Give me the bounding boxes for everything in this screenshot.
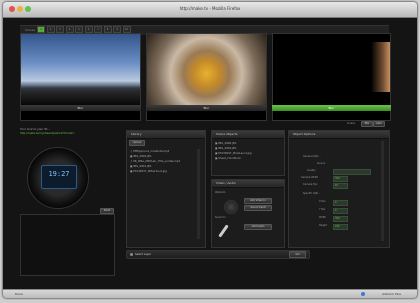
webcam-icon xyxy=(224,200,238,214)
scene-cell[interactable]: 6 xyxy=(84,26,93,33)
status-bar: Done Adblock Plus xyxy=(3,289,417,298)
stream-link[interactable]: http://make.tv/mystream/patrick?format= xyxy=(20,132,75,135)
width-input[interactable]: 320 xyxy=(333,216,348,222)
library-panel: Library Upload ♫ STB/pipocos_mosfunta.mp… xyxy=(126,130,206,248)
adblock-status[interactable]: Adblock Plus xyxy=(382,292,401,296)
layer-select-label: Select Layer xyxy=(135,252,152,256)
library-item-label: STB/pipocos_mosfunta.mp3 xyxy=(133,150,170,153)
camera-fps-label: Camera Fps xyxy=(303,183,318,186)
scene-cell[interactable]: 1 xyxy=(37,26,45,33)
xpos-input[interactable]: 0 xyxy=(333,200,348,206)
scene-object-label: IMG_0948.JPG xyxy=(218,142,237,145)
library-title: Library xyxy=(127,131,205,139)
options-scrollbar[interactable] xyxy=(381,141,384,241)
tunnel-image xyxy=(147,34,266,106)
mode-mix-button[interactable]: Mix xyxy=(361,121,373,127)
height-label: Height xyxy=(319,224,327,227)
stream-link-intro: Your Link to your St... xyxy=(20,127,50,131)
scene-object-label: IMG_0949.JPG xyxy=(218,147,237,150)
video-audio-title: Video / Audio xyxy=(212,180,284,188)
scene-objects-panel: Scene Objects ▣ IMG_0948.JPG ▣ IMG_0949.J… xyxy=(211,130,285,176)
object-options-title: Object Options xyxy=(289,131,389,139)
quality-slider[interactable] xyxy=(333,169,371,175)
scene-cell[interactable]: 9 xyxy=(113,26,121,33)
quality-label: Quality xyxy=(307,169,316,172)
sound-in-label: Sound In xyxy=(215,216,226,219)
camera-fps-input[interactable]: 15 xyxy=(333,183,348,189)
library-list: ♫ STB/pipocos_mosfunta.mp3 ▣ IMG_0949.JPG… xyxy=(130,149,204,174)
scene-object-label: P1030097_Sfow1as.id.jpg xyxy=(218,152,252,155)
specific-options-heading: Specific Opti... xyxy=(303,192,321,195)
scene-cells: 1 2 3 4 5 6 7 8 9 10 xyxy=(37,26,132,33)
library-item-label: P1040637_Stfber2a.id.jpg xyxy=(133,170,167,173)
scene-object-item[interactable]: ▣ Sheet_Colorblock xyxy=(215,156,283,161)
scene-cell[interactable]: 4 xyxy=(65,26,74,33)
webcam-label: Webcam xyxy=(215,191,226,194)
screen-1-blur-button[interactable]: Blur xyxy=(20,105,141,111)
go-button[interactable]: GO xyxy=(289,251,306,258)
add-audio-button[interactable]: Add Audio xyxy=(244,224,272,230)
library-scrollbar[interactable] xyxy=(197,149,200,239)
title-bar: http://make.tv - Mozilla Firefox xyxy=(3,2,417,18)
scene-objects-list: ▣ IMG_0948.JPG ▣ IMG_0949.JPG ▣ P1030097_S… xyxy=(215,141,283,161)
camera-width-label: Camera Width xyxy=(301,176,319,179)
treeline xyxy=(21,86,140,106)
scene-cell[interactable]: 2 xyxy=(46,26,55,33)
mode-cam-button[interactable]: Cam xyxy=(373,121,385,127)
scene-cell[interactable]: 3 xyxy=(56,26,64,33)
notes-area[interactable] xyxy=(20,214,115,276)
microphone-icon xyxy=(218,224,229,238)
browser-window: http://make.tv - Mozilla Firefox Scenes … xyxy=(3,2,417,298)
library-item[interactable]: ▣ P1040637_Stfber2a.id.jpg xyxy=(130,169,204,174)
status-text: Done xyxy=(15,292,23,296)
camera-width-input[interactable]: 320 xyxy=(333,176,348,182)
scene-cell[interactable]: 8 xyxy=(103,26,112,33)
add-video-in-button[interactable]: Add Video In xyxy=(244,198,272,204)
library-item-label: PR_IMke_2008.eb-_Title_Lurdes.mp3 xyxy=(133,160,181,163)
library-item-label: IMG_0949.JPG xyxy=(133,155,152,158)
video-audio-panel: Video / Audio Webcam Add Video In Sound … xyxy=(211,179,285,248)
window-title: http://make.tv - Mozilla Firefox xyxy=(179,6,241,11)
layer-select-radio[interactable] xyxy=(130,253,133,256)
scene-cell[interactable]: 10 xyxy=(122,26,131,33)
scene-cell[interactable]: 7 xyxy=(94,26,102,33)
ypos-input[interactable]: 0 xyxy=(333,208,348,214)
sound-input-button[interactable]: Sound Input xyxy=(244,205,272,211)
xpos-label: X Pos xyxy=(319,200,326,203)
security-icon xyxy=(361,292,365,296)
screen-2-blur-button[interactable]: Blur xyxy=(146,105,267,111)
scene-cell[interactable]: 5 xyxy=(75,26,83,33)
object-options-panel: Object Options General Opti... Source Qu… xyxy=(288,130,390,248)
scene-strip-label: Scenes xyxy=(25,28,35,32)
general-options-heading: General Opti... xyxy=(303,155,321,158)
layer-select-bar[interactable]: Select Layer xyxy=(126,250,310,259)
height-input[interactable]: 240 xyxy=(333,224,348,230)
library-item-label: IMG_0941.JPG xyxy=(133,165,152,168)
width-label: Width xyxy=(319,216,326,219)
source-label: Source xyxy=(317,162,326,165)
scene-objects-title: Scene Objects xyxy=(212,131,284,139)
library-upload-tab[interactable]: Upload xyxy=(129,140,145,146)
ypos-label: Y Pos xyxy=(319,208,326,211)
mode-label: Screen xyxy=(347,122,356,125)
screen-3-blur-button[interactable]: Blur xyxy=(272,105,391,111)
scene-object-label: Sheet_Colorblock xyxy=(218,157,241,160)
hand-image xyxy=(371,42,390,92)
clock-time: 19:27 xyxy=(48,170,70,178)
